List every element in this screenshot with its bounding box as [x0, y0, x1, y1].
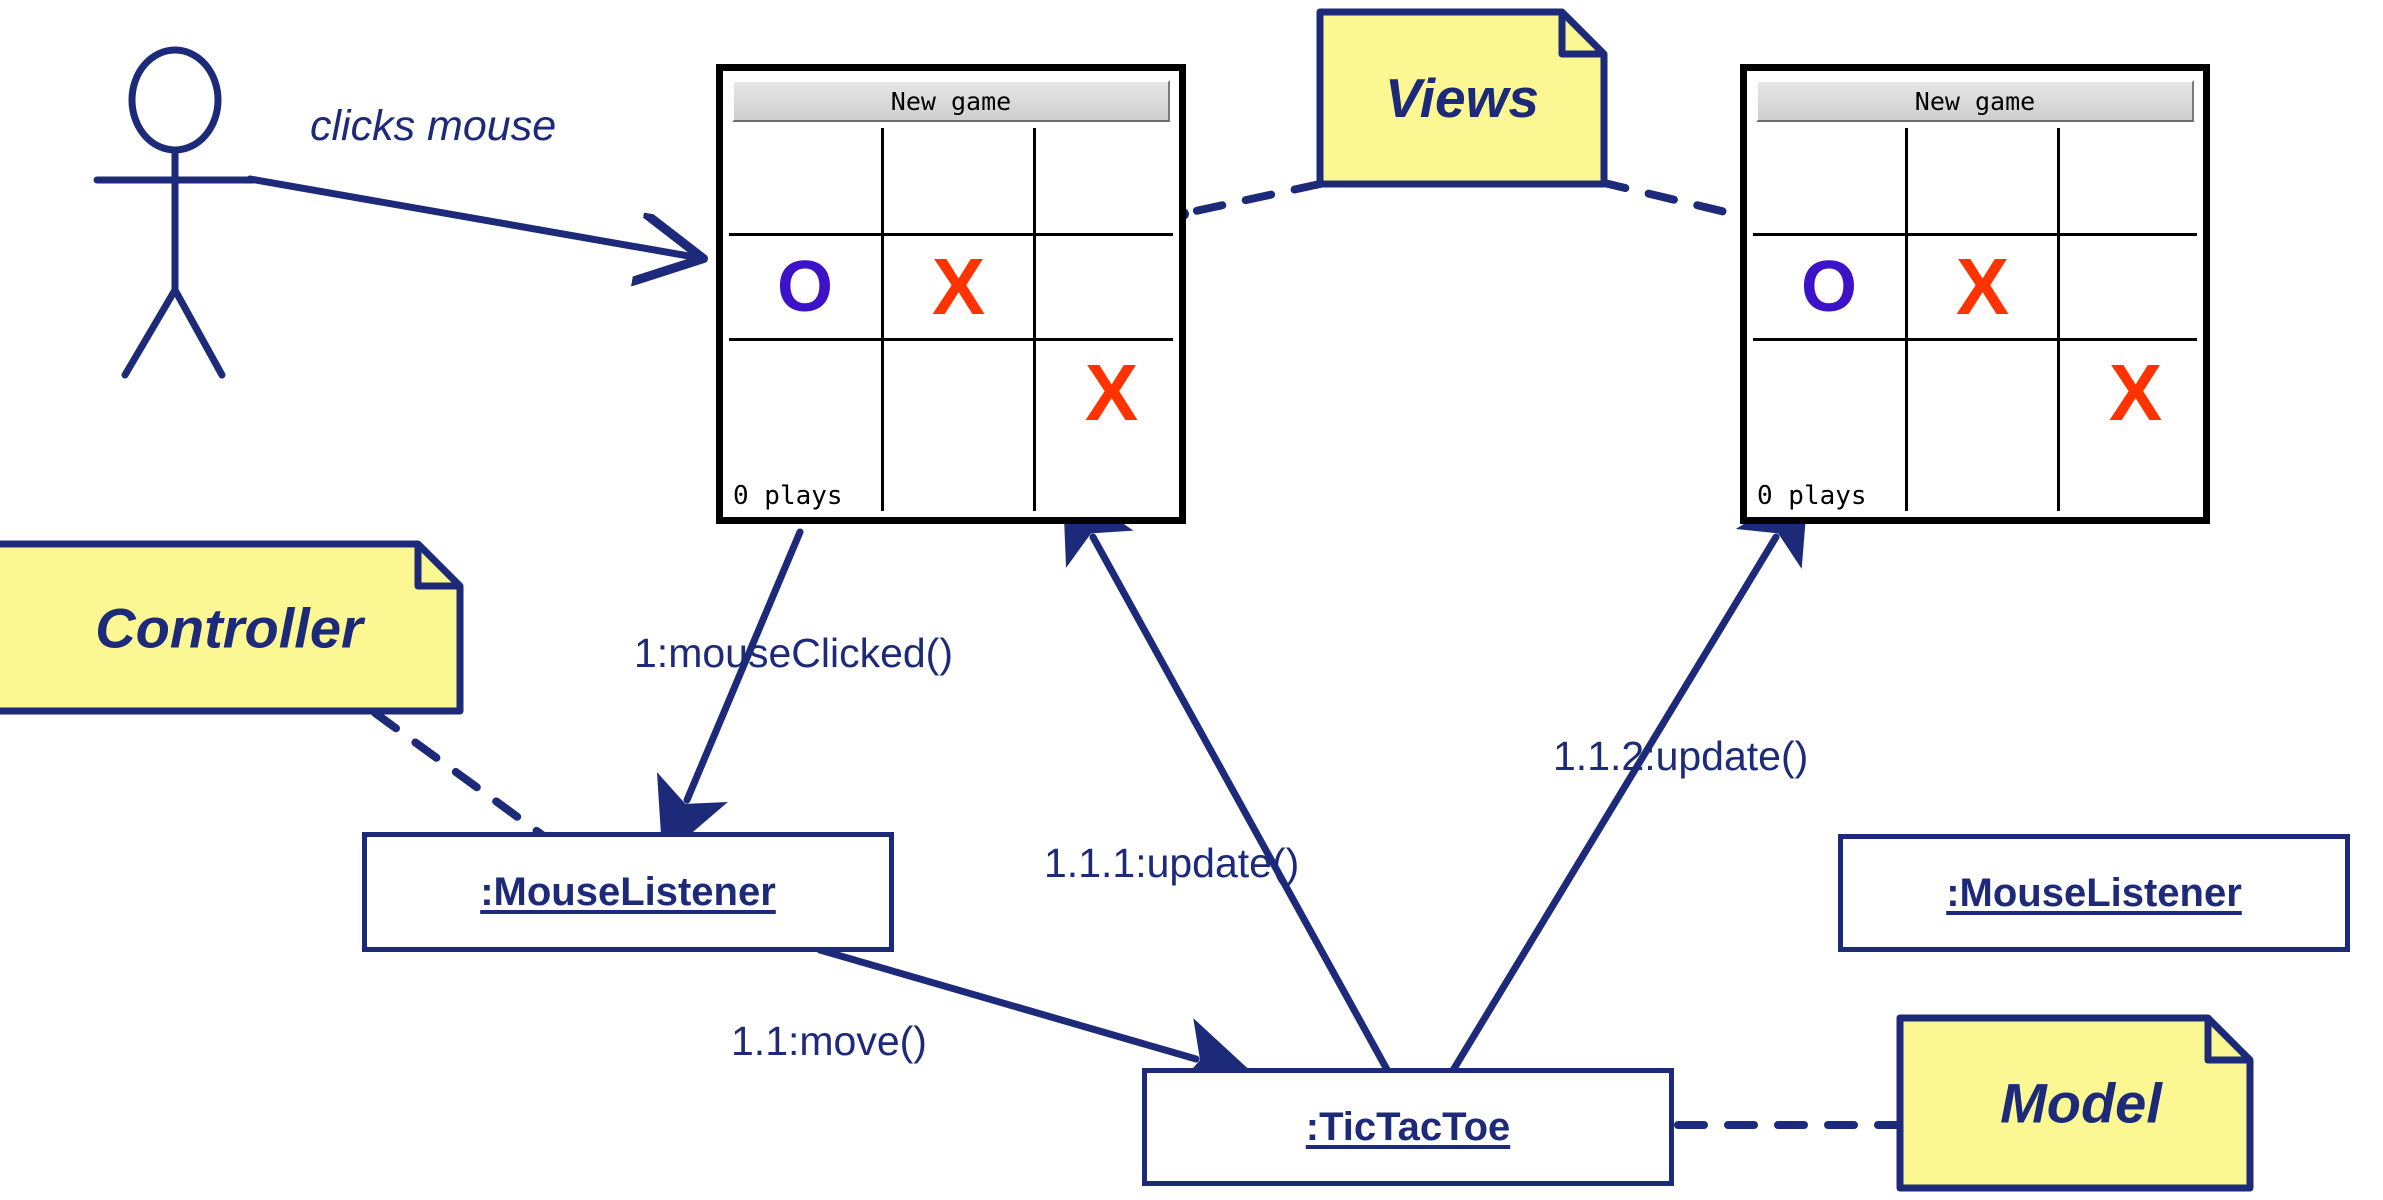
object-mouselistener-right-label: :MouseListener [1946, 870, 2242, 915]
actor-stick-figure [93, 46, 257, 379]
message-arrow-1-1-2 [1448, 483, 1809, 1076]
message-label-1-1-2: 1.1.2:update() [1553, 733, 1809, 779]
cell-8[interactable]: X [2060, 341, 2211, 445]
new-game-button-right[interactable]: New game [1756, 80, 2194, 122]
board-grid-left: O X X [729, 128, 1173, 511]
note-anchor-controller [371, 709, 549, 841]
note-views[interactable]: Views [1316, 8, 1608, 188]
cell-mark: X [2108, 348, 2163, 437]
note-controller[interactable]: Controller [0, 540, 478, 715]
cell-3[interactable]: O [1753, 236, 1905, 338]
cell-4[interactable]: X [884, 236, 1033, 338]
note-anchor-views-right [1596, 178, 1742, 219]
cell-5[interactable] [1036, 236, 1187, 338]
object-mouselistener-right[interactable]: :MouseListener [1838, 834, 2350, 952]
cell-0[interactable] [729, 128, 881, 233]
cell-6[interactable] [729, 341, 881, 445]
message-label-1-1-1: 1.1.1:update() [1044, 840, 1300, 886]
note-model-label: Model [2000, 1071, 2162, 1135]
object-mouselistener-left-label: :MouseListener [480, 869, 776, 914]
message-label-1-1: 1.1:move() [731, 1018, 927, 1064]
cell-2[interactable] [1036, 128, 1187, 233]
cell-0[interactable] [1753, 128, 1905, 233]
cell-3[interactable]: O [729, 236, 881, 338]
cell-mark: O [1800, 247, 1857, 327]
cell-4[interactable]: X [1908, 236, 2057, 338]
note-model[interactable]: Model [1896, 1014, 2266, 1192]
cell-6[interactable] [1753, 341, 1905, 445]
cell-7[interactable] [1908, 341, 2057, 445]
cell-5[interactable] [2060, 236, 2211, 338]
cell-mark: X [1084, 348, 1139, 437]
new-game-button-left[interactable]: New game [732, 80, 1170, 122]
cell-mark: O [776, 247, 833, 327]
cell-1[interactable] [1908, 128, 2057, 233]
message-label-1: 1:mouseClicked() [634, 630, 953, 676]
cell-2[interactable] [2060, 128, 2211, 233]
actor-to-view-arrow [246, 175, 700, 258]
board-grid-right: O X X [1753, 128, 2197, 511]
cell-1[interactable] [884, 128, 1033, 233]
object-mouselistener-left[interactable]: :MouseListener [362, 832, 894, 952]
plays-status-left: 0 plays [733, 481, 843, 511]
view-right-window[interactable]: New game O X X 0 plays [1740, 64, 2210, 524]
diagram-canvas: New game O X X 0 plays New game O X X 0 … [0, 0, 2383, 1200]
plays-status-right: 0 plays [1757, 481, 1867, 511]
object-tictactoe[interactable]: :TicTacToe [1142, 1068, 1674, 1186]
note-controller-label: Controller [95, 596, 363, 659]
note-anchor-views-left [1178, 180, 1324, 218]
object-tictactoe-label: :TicTacToe [1305, 1104, 1511, 1149]
note-views-label: Views [1385, 67, 1539, 129]
cell-mark: X [931, 242, 986, 331]
cell-8[interactable]: X [1036, 341, 1187, 445]
cell-mark: X [1955, 242, 2010, 331]
cell-7[interactable] [884, 341, 1033, 445]
actor-action-label: clicks mouse [310, 102, 557, 150]
view-left-window[interactable]: New game O X X 0 plays [716, 64, 1186, 524]
message-arrow-1-1-1 [1062, 481, 1394, 1079]
